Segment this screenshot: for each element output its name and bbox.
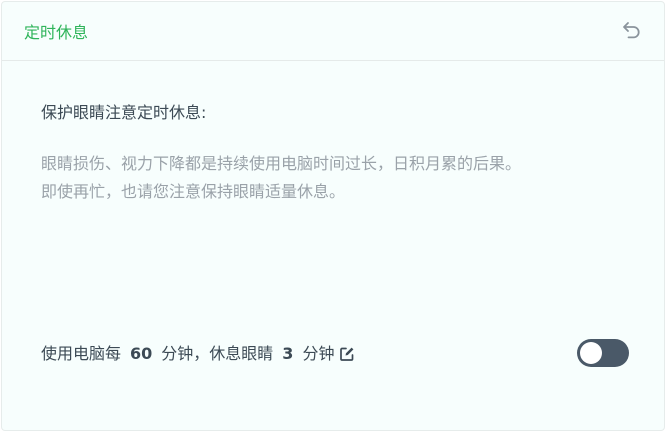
panel-title: 定时休息	[24, 23, 89, 42]
undo-arrow-icon	[620, 18, 644, 42]
work-minutes-value: 60	[130, 344, 153, 363]
edit-icon[interactable]	[339, 346, 355, 362]
schedule-prefix: 使用电脑每	[41, 344, 122, 363]
section-title: 保护眼睛注意定时休息:	[41, 103, 207, 122]
rest-reminder-toggle[interactable]	[577, 339, 629, 367]
back-button[interactable]	[620, 18, 644, 42]
rest-minutes-value: 3	[282, 344, 294, 363]
schedule-unit-minutes: 分钟	[302, 344, 335, 363]
panel-header: 定时休息	[2, 2, 664, 61]
rest-schedule: 使用电脑每 60 分钟，休息眼睛 3 分钟	[41, 343, 355, 365]
toggle-knob	[580, 342, 602, 364]
rest-reminder-panel: 定时休息 保护眼睛注意定时休息: 眼睛损伤、视力下降都是持续使用电脑时间过长，日…	[1, 1, 665, 431]
description: 眼睛损伤、视力下降都是持续使用电脑时间过长，日积月累的后果。 即使再忙，也请您注…	[41, 150, 641, 206]
description-line: 眼睛损伤、视力下降都是持续使用电脑时间过长，日积月累的后果。	[41, 154, 522, 173]
description-line: 即使再忙，也请您注意保持眼睛适量休息。	[41, 182, 346, 201]
schedule-unit-rest: 分钟，休息眼睛	[161, 344, 274, 363]
